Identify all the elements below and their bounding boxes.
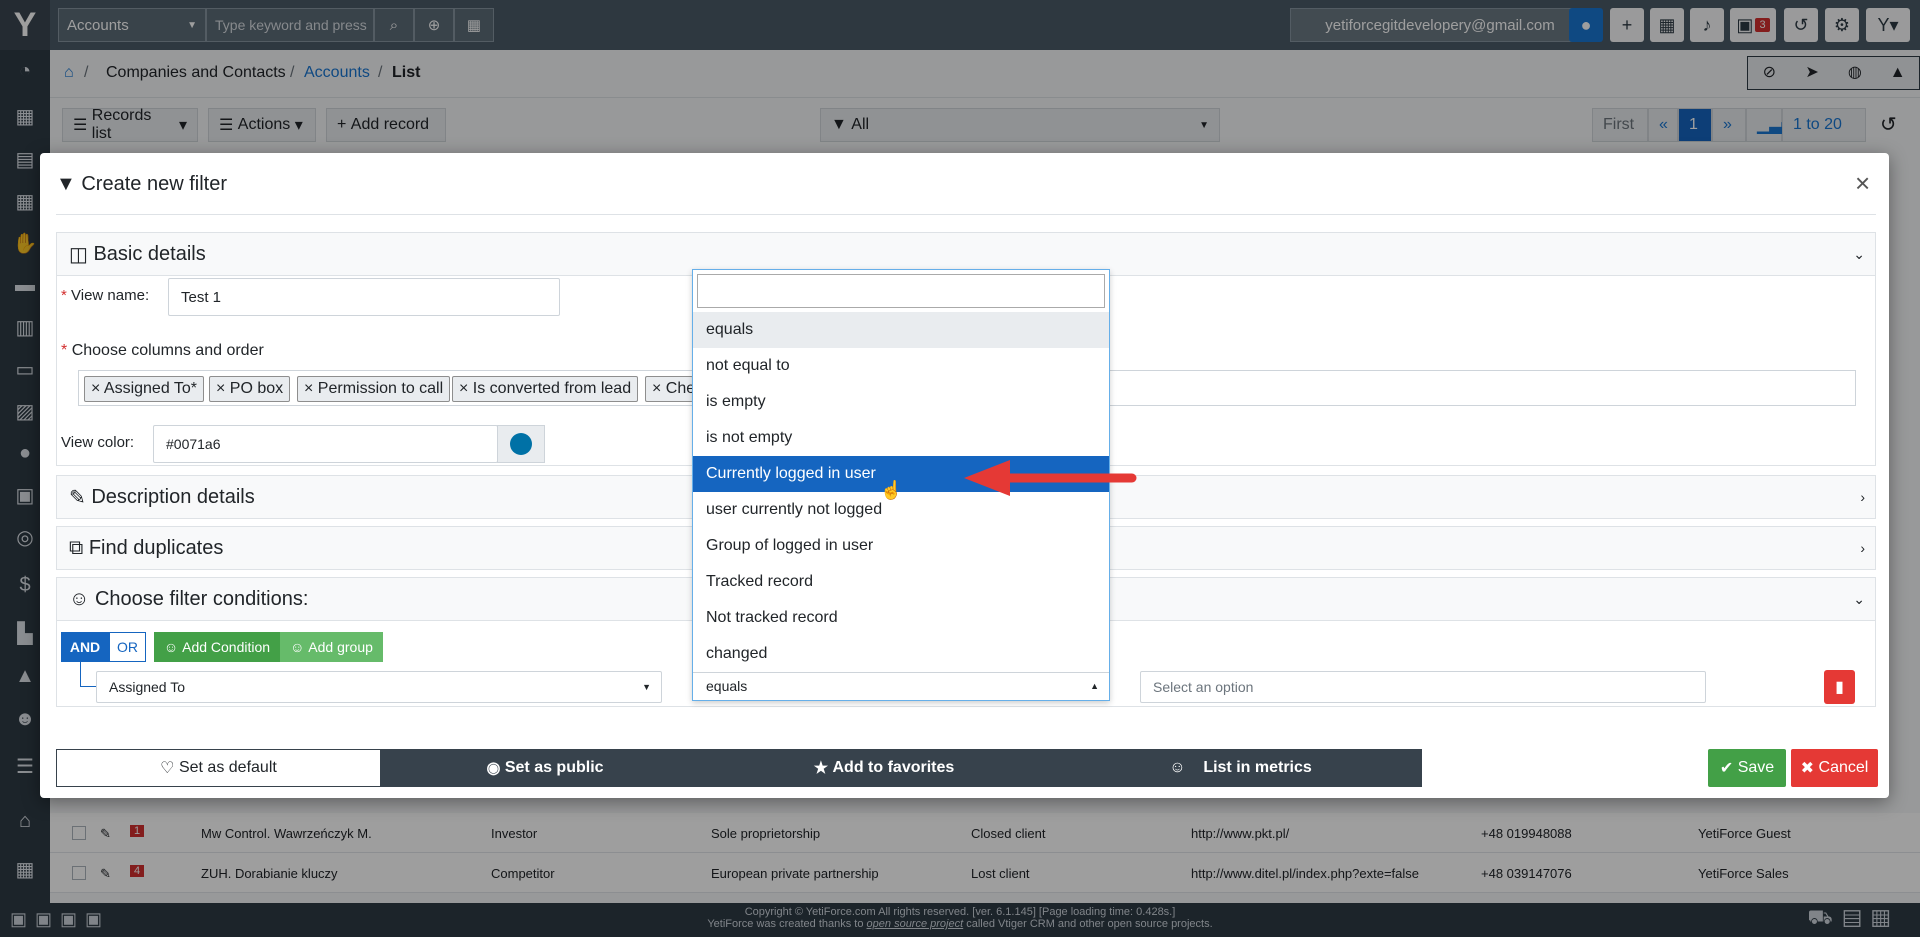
dropdown-option[interactable]: not equal to [693,348,1109,384]
delete-condition-button[interactable]: ▮ [1824,670,1855,704]
dropdown-option[interactable]: changed [693,636,1109,672]
heart-icon: ♡ [160,760,179,777]
color-picker-button[interactable] [497,425,545,463]
condition-value-select[interactable]: Select an option [1140,671,1706,703]
and-toggle[interactable]: AND [61,632,109,662]
chevron-down-icon: ⌄ [1853,590,1865,607]
dropdown-option[interactable]: Group of logged in user [693,528,1109,564]
filter-icon: ▼ [56,173,76,195]
column-chip[interactable]: × Assigned To* [84,376,205,402]
condition-field-select[interactable]: Assigned To ▼ [96,671,662,703]
annotation-arrow-icon [964,460,1137,496]
add-favorites-button[interactable]: ★ Add to favorites [709,749,1059,787]
condition-operator-select[interactable]: equals ▲ [693,672,1109,700]
dropdown-option[interactable]: Not tracked record [693,600,1109,636]
column-chip[interactable]: × PO box [209,376,291,402]
modal-title: ▼ Create new filter [56,173,227,195]
check-icon: ✔ [1719,760,1738,777]
chevron-down-icon: ▼ [642,682,651,692]
columns-label: * Choose columns and order [61,342,264,359]
dropdown-option[interactable]: is not empty [693,420,1109,456]
close-icon[interactable]: × [1855,168,1870,199]
view-color-input[interactable]: #0071a6 [153,425,498,463]
users-icon: ☺ [290,639,309,655]
mouse-cursor-icon: ☝ [880,480,903,500]
save-button[interactable]: ✔ Save [1708,749,1786,787]
user-plus-icon: ☺ [163,639,183,655]
dropdown-option[interactable]: equals [693,312,1109,348]
times-icon: ✖ [1800,760,1819,777]
or-toggle[interactable]: OR [109,632,146,662]
add-condition-button[interactable]: ☺ Add Condition [154,632,280,662]
color-swatch [510,433,532,455]
add-group-button[interactable]: ☺ Add group [280,632,383,662]
dropdown-option[interactable]: is empty [693,384,1109,420]
chevron-down-icon: ⌄ [1853,245,1865,262]
view-name-input[interactable]: Test 1 [168,278,560,316]
set-public-button[interactable]: ◉ Set as public [381,749,709,787]
edit-icon: ✎ [69,486,92,509]
column-chip[interactable]: × Che [645,376,693,402]
cancel-button[interactable]: ✖ Cancel [1791,749,1878,787]
modal-divider [56,214,1876,215]
columns-icon: ◫ [69,243,94,266]
set-default-button[interactable]: ♡ Set as default [56,749,381,787]
user-chart-icon: ☺ [1169,759,1204,776]
dropdown-option[interactable]: Tracked record [693,564,1109,600]
view-color-label: View color: [61,434,135,451]
view-name-label: * View name: [61,287,150,304]
star-icon: ★ [813,760,833,777]
list-metrics-button[interactable]: ☺ List in metrics [1059,749,1422,787]
users-icon: ☺ [69,587,95,610]
chevron-right-icon: › [1860,540,1865,556]
chevron-right-icon: › [1860,489,1865,505]
dropdown-search-input[interactable] [697,274,1105,308]
group-connector [80,662,96,687]
chevron-up-icon: ▲ [1090,681,1099,691]
copy-icon: ⧉ [69,536,89,559]
trash-icon: ▮ [1835,679,1844,696]
column-chip[interactable]: × Permission to call [297,376,451,402]
eye-icon: ◉ [486,760,505,777]
column-chip[interactable]: × Is converted from lead [452,376,639,402]
